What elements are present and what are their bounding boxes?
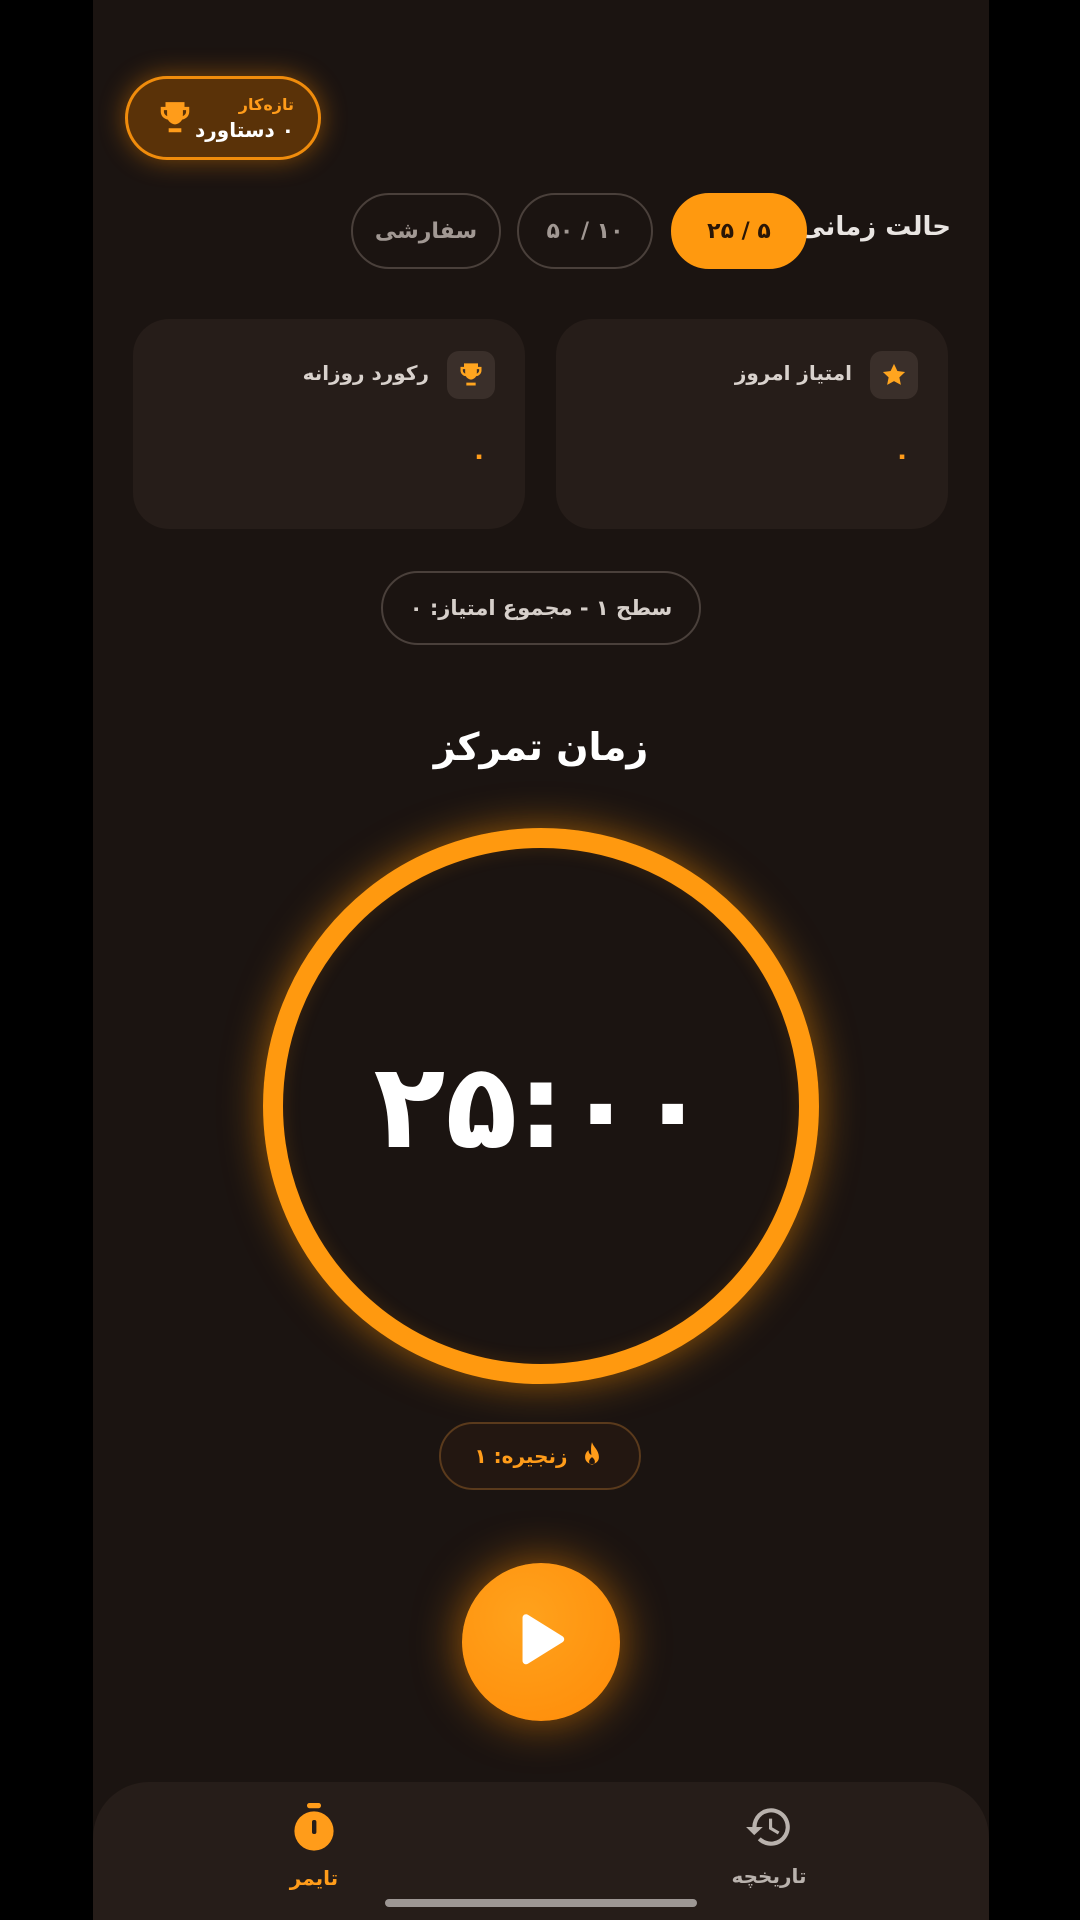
play-button[interactable] [462, 1563, 620, 1721]
app-screen: تازه‌کار ۰ دستاورد حالت زمانی: ۲۵ / ۵ ۵۰… [93, 0, 989, 1920]
mode-option-50-10[interactable]: ۵۰ / ۱۰ [517, 193, 653, 269]
flame-icon [584, 1442, 599, 1465]
trophy-icon [460, 363, 482, 386]
nav-history[interactable]: تاریخچه [699, 1802, 839, 1912]
mode-label: حالت زمانی: [788, 212, 951, 242]
trophy-icon [160, 102, 190, 133]
achievement-badge[interactable]: تازه‌کار ۰ دستاورد [125, 76, 321, 160]
star-icon-box [870, 351, 918, 399]
trophy-icon-box [447, 351, 495, 399]
nav-timer-label: تایمر [289, 1866, 339, 1890]
today-points-card: امتیاز امروز ۰ [556, 319, 948, 529]
mode-option-25-5[interactable]: ۲۵ / ۵ [671, 193, 807, 269]
stopwatch-icon [294, 1803, 334, 1851]
today-points-value: ۰ [894, 441, 910, 471]
badge-text: تازه‌کار ۰ دستاورد [195, 95, 294, 142]
badge-rank: تازه‌کار [238, 94, 294, 114]
mode-option-custom[interactable]: سفارشی [351, 193, 501, 269]
history-icon [746, 1808, 790, 1846]
nav-timer[interactable]: تایمر [244, 1802, 384, 1912]
level-status: سطح ۱ - مجموع امتیاز: ۰ [381, 571, 701, 645]
badge-achievements: ۰ دستاورد [195, 117, 294, 142]
session-title: زمان تمرکز [433, 725, 649, 769]
daily-record-title: رکورد روزانه [302, 361, 429, 385]
nav-history-label: تاریخچه [731, 1864, 807, 1888]
home-indicator [385, 1899, 697, 1907]
star-icon [882, 363, 906, 385]
today-points-title: امتیاز امروز [734, 361, 852, 385]
daily-record-card: رکورد روزانه ۰ [133, 319, 525, 529]
daily-record-value: ۰ [471, 441, 487, 471]
timer-ring: ۲۵:۰۰ [263, 828, 819, 1384]
timer-display: ۲۵:۰۰ [373, 1037, 709, 1175]
play-icon [522, 1614, 565, 1665]
streak-label: زنجیره: ۱ [474, 1444, 568, 1468]
streak-badge: زنجیره: ۱ [439, 1422, 641, 1490]
